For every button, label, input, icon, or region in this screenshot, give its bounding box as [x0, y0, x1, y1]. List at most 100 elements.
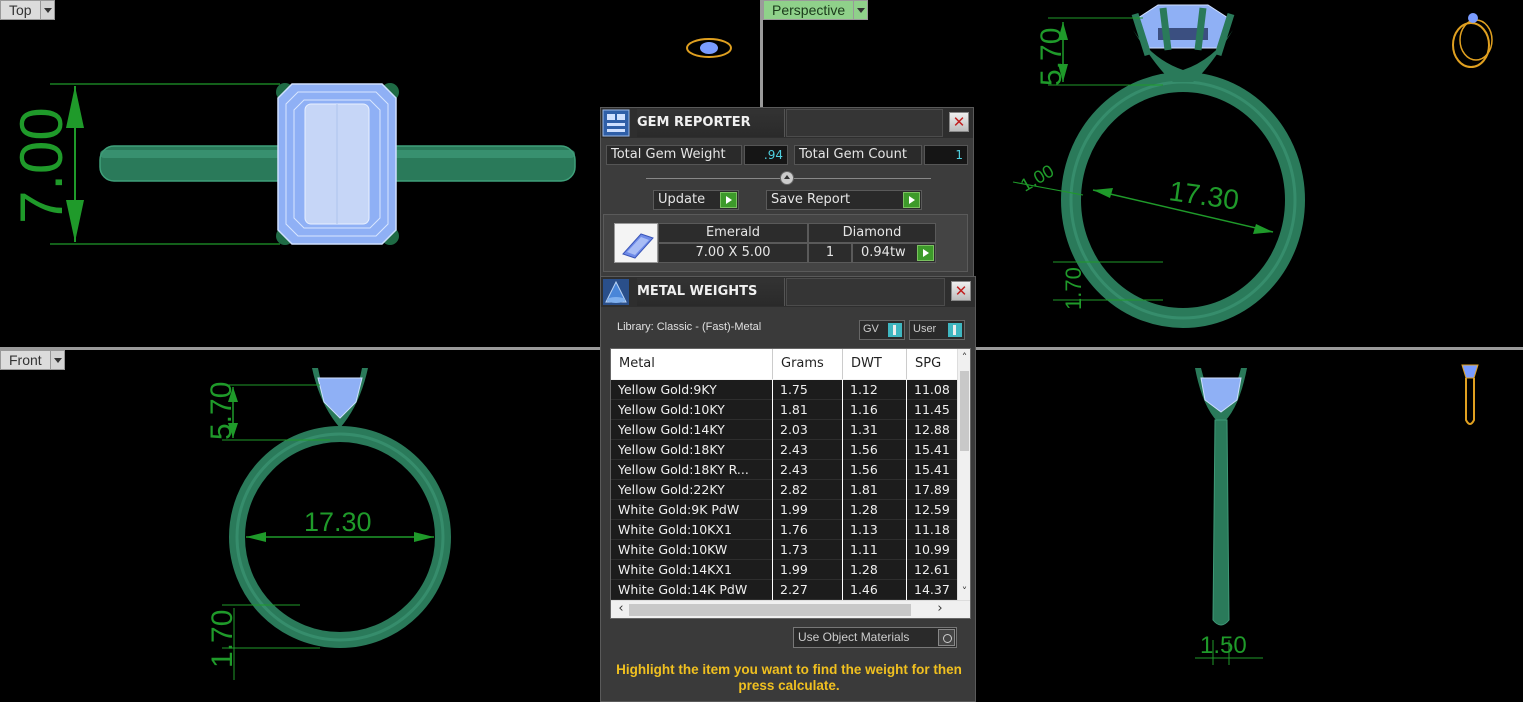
- top-height-dimension: 7.00: [8, 107, 75, 224]
- metal-weights-panel: METAL WEIGHTS ✕ Library: Classic - (Fast…: [600, 276, 976, 702]
- spg-value: 12.88: [907, 420, 959, 440]
- table-row[interactable]: White Gold:10KX1 1.76 1.13 11.18: [611, 520, 959, 540]
- scroll-up-icon[interactable]: ˄: [958, 351, 970, 367]
- dwt-value: 1.13: [843, 520, 907, 540]
- dwt-value: 1.56: [843, 460, 907, 480]
- table-row[interactable]: Yellow Gold:9KY 1.75 1.12 11.08: [611, 380, 959, 400]
- gem-type: Diamond: [808, 223, 936, 243]
- spg-value: 14.37: [907, 580, 959, 600]
- viewport-front-dropdown-icon[interactable]: [50, 350, 65, 370]
- gem-reporter-icon: [602, 109, 630, 137]
- viewport-perspective-label[interactable]: Perspective: [763, 0, 869, 20]
- grams-value: 2.82: [773, 480, 843, 500]
- dwt-value: 1.56: [843, 440, 907, 460]
- grams-value: 1.75: [773, 380, 843, 400]
- spg-value: 15.41: [907, 440, 959, 460]
- dwt-value: 1.46: [843, 580, 907, 600]
- metal-name: Yellow Gold:14KY: [611, 420, 773, 440]
- viewport-front-label[interactable]: Front: [0, 350, 65, 370]
- gem-reporter-slider-handle[interactable]: [780, 171, 794, 185]
- table-row[interactable]: Yellow Gold:18KY R... 2.43 1.56 15.41: [611, 460, 959, 480]
- spg-value: 12.61: [907, 560, 959, 580]
- metal-name: Yellow Gold:9KY: [611, 380, 773, 400]
- spg-value: 10.99: [907, 540, 959, 560]
- table-row[interactable]: White Gold:10KW 1.73 1.11 10.99: [611, 540, 959, 560]
- gem-size: 7.00 X 5.00: [658, 243, 808, 263]
- dwt-value: 1.11: [843, 540, 907, 560]
- vertical-scroll-thumb[interactable]: [960, 371, 969, 451]
- gem-reporter-title: GEM REPORTER: [637, 109, 785, 137]
- metal-weights-table[interactable]: Metal Grams DWT SPG Yellow Gold:9KY 1.75 1…: [610, 348, 971, 619]
- table-row[interactable]: White Gold:9K PdW 1.99 1.28 12.59: [611, 500, 959, 520]
- perspective-top-dimension: 5.70: [1035, 28, 1068, 86]
- update-play-icon: [720, 192, 737, 208]
- user-toggle-icon: [948, 323, 962, 337]
- table-row[interactable]: Yellow Gold:10KY 1.81 1.16 11.45: [611, 400, 959, 420]
- table-row[interactable]: Yellow Gold:14KY 2.03 1.31 12.88: [611, 420, 959, 440]
- gem-reporter-header[interactable]: GEM REPORTER ✕: [601, 108, 973, 138]
- metal-weights-close-icon[interactable]: ✕: [951, 281, 971, 301]
- grams-value: 2.43: [773, 440, 843, 460]
- column-header-grams[interactable]: Grams: [773, 349, 843, 379]
- table-row[interactable]: White Gold:14K PdW 2.27 1.46 14.37: [611, 580, 959, 600]
- total-gem-weight-label: Total Gem Weight: [606, 145, 742, 165]
- dwt-value: 1.28: [843, 500, 907, 520]
- grams-value: 1.99: [773, 500, 843, 520]
- gem-count: 1: [808, 243, 852, 263]
- perspective-gizmo-icon: [1452, 13, 1493, 68]
- right-view-gizmo-icon: [1461, 364, 1479, 425]
- table-row[interactable]: Yellow Gold:18KY 2.43 1.56 15.41: [611, 440, 959, 460]
- save-report-play-icon: [903, 192, 920, 208]
- metal-table-header: Metal Grams DWT SPG: [611, 349, 959, 379]
- grams-value: 1.99: [773, 560, 843, 580]
- gv-toggle[interactable]: GV: [859, 320, 905, 340]
- dwt-value: 1.16: [843, 400, 907, 420]
- horizontal-scroll-thumb[interactable]: [629, 604, 911, 616]
- metal-name: White Gold:9K PdW: [611, 500, 773, 520]
- front-top-dimension: 5.70: [205, 382, 238, 440]
- metal-name: Yellow Gold:10KY: [611, 400, 773, 420]
- table-row[interactable]: Yellow Gold:22KY 2.82 1.81 17.89: [611, 480, 959, 500]
- metal-name: White Gold:10KX1: [611, 520, 773, 540]
- use-object-materials-toggle[interactable]: Use Object Materials: [793, 627, 957, 648]
- use-object-materials-label: Use Object Materials: [798, 630, 910, 644]
- scroll-down-icon[interactable]: ˅: [958, 585, 970, 601]
- gem-weight-value: 0.94tw: [861, 245, 906, 260]
- column-header-dwt[interactable]: DWT: [843, 349, 907, 379]
- grams-value: 1.76: [773, 520, 843, 540]
- dwt-value: 1.28: [843, 560, 907, 580]
- scroll-left-icon[interactable]: ‹: [613, 601, 629, 618]
- metal-table-vertical-scrollbar[interactable]: ˄ ˅: [957, 349, 970, 601]
- viewport-top-name: Top: [0, 0, 41, 20]
- total-gem-count-label: Total Gem Count: [794, 145, 922, 165]
- gem-weight[interactable]: 0.94tw: [852, 243, 936, 263]
- table-row[interactable]: White Gold:14KX1 1.99 1.28 12.61: [611, 560, 959, 580]
- column-header-spg[interactable]: SPG: [907, 349, 959, 379]
- gem-list-item[interactable]: Emerald 7.00 X 5.00 Diamond 1 0.94tw: [603, 214, 968, 272]
- viewport-perspective-name: Perspective: [763, 0, 855, 20]
- grams-value: 1.81: [773, 400, 843, 420]
- viewport-top-dropdown-icon[interactable]: [40, 0, 55, 20]
- metal-weights-header[interactable]: METAL WEIGHTS ✕: [601, 277, 975, 307]
- metal-table-horizontal-scrollbar[interactable]: ‹ ›: [611, 600, 970, 618]
- gem-weight-play-icon[interactable]: [917, 245, 934, 261]
- user-toggle-label: User: [913, 323, 937, 335]
- total-gem-count-value: 1: [924, 145, 968, 165]
- update-button[interactable]: Update: [653, 190, 739, 210]
- metal-weights-header-bar: [786, 278, 945, 306]
- column-header-metal[interactable]: Metal: [611, 349, 773, 379]
- front-diameter-dimension: 17.30: [304, 507, 372, 537]
- viewport-perspective-dropdown-icon[interactable]: [854, 0, 869, 20]
- save-report-button[interactable]: Save Report: [766, 190, 922, 210]
- metal-table-body: Yellow Gold:9KY 1.75 1.12 11.08 Yellow Gold:…: [611, 380, 959, 600]
- right-width-dimension: 1.50: [1200, 632, 1247, 659]
- use-object-materials-radio-icon: [938, 629, 955, 646]
- gem-reporter-close-icon[interactable]: ✕: [949, 112, 969, 132]
- spg-value: 17.89: [907, 480, 959, 500]
- spg-value: 11.18: [907, 520, 959, 540]
- metal-weights-hint: Highlight the item you want to find the …: [616, 662, 962, 693]
- viewport-top-label[interactable]: Top: [0, 0, 55, 20]
- scroll-right-icon[interactable]: ›: [932, 601, 948, 618]
- user-toggle[interactable]: User: [909, 320, 965, 340]
- spg-value: 12.59: [907, 500, 959, 520]
